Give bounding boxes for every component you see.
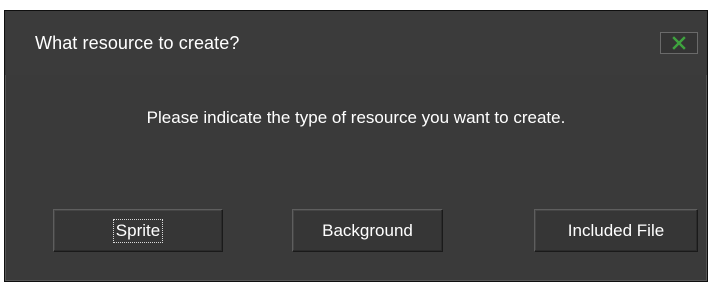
background-button[interactable]: Background [292, 209, 443, 252]
included-file-button[interactable]: Included File [534, 209, 698, 252]
included-file-button-label: Included File [567, 220, 665, 240]
sprite-button[interactable]: Sprite [53, 209, 223, 252]
close-button[interactable] [660, 32, 698, 54]
create-resource-dialog: What resource to create? Please indicate… [4, 10, 708, 282]
dialog-title: What resource to create? [35, 33, 240, 53]
dialog-message: Please indicate the type of resource you… [146, 108, 566, 127]
title-bar: What resource to create? [5, 11, 707, 75]
close-icon [672, 36, 686, 50]
background-button-label: Background [322, 220, 413, 240]
sprite-button-label: Sprite [112, 218, 164, 243]
